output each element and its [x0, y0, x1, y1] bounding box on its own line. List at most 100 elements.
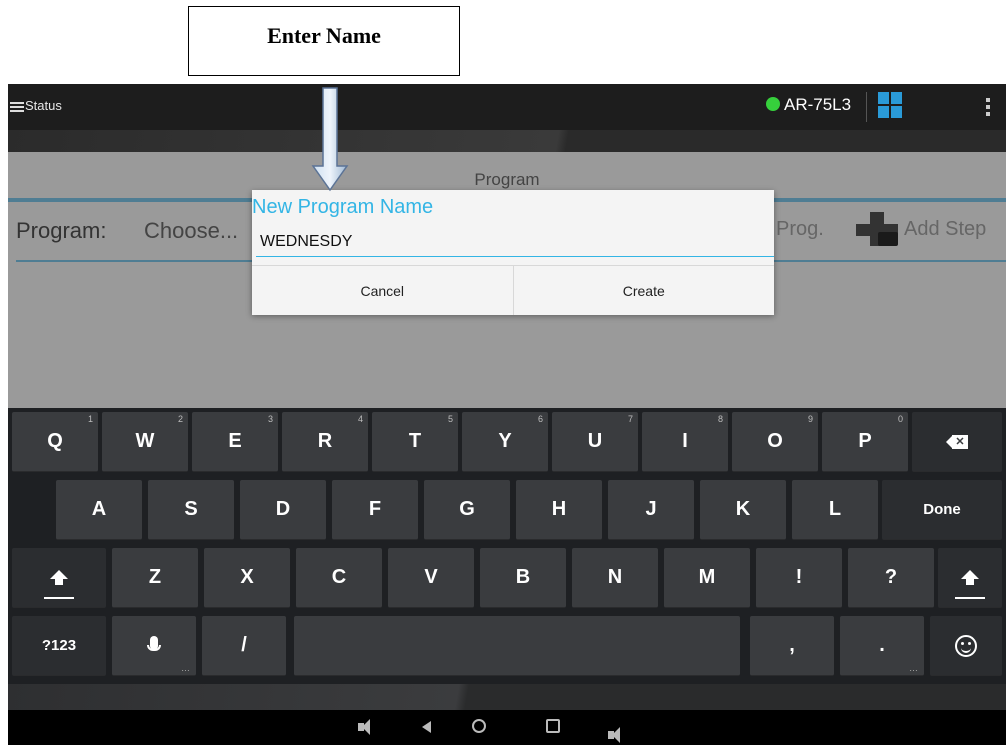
key-label: W	[135, 430, 155, 452]
key-a[interactable]: A	[56, 480, 142, 540]
header-band	[8, 130, 1006, 152]
cancel-button[interactable]: Cancel	[252, 266, 513, 315]
home-icon[interactable]	[472, 719, 486, 733]
done-key-label: Done	[923, 501, 961, 518]
system-nav-bar	[8, 710, 1006, 745]
add-step-label: Add Step	[904, 217, 987, 240]
divider	[866, 92, 867, 122]
key-label: R	[317, 430, 333, 452]
shift-icon	[961, 570, 979, 585]
key-slash[interactable]: /	[202, 616, 286, 676]
key-hint: 0	[897, 414, 903, 424]
spacebar-key[interactable]	[294, 616, 740, 676]
key-hint: 9	[807, 414, 813, 424]
key-b[interactable]: B	[480, 548, 566, 608]
dialog-buttons: Cancel Create	[252, 265, 774, 315]
status-menu-button[interactable]: Status	[10, 98, 62, 114]
soft-keyboard: Q1 W2 E3 R4 T5 Y6 U7 I8 O9 P0 A S D F G …	[8, 408, 1006, 684]
annotation-callout-text: Enter Name	[267, 23, 381, 48]
backspace-icon	[946, 434, 968, 449]
shift-key-right[interactable]	[938, 548, 1002, 608]
key-hint: 3	[267, 414, 273, 424]
key-t[interactable]: T5	[372, 412, 458, 472]
key-label: P	[858, 430, 872, 452]
key-comma[interactable]: ,	[750, 616, 834, 676]
shift-key-left[interactable]	[12, 548, 106, 608]
key-exclamation[interactable]: !	[756, 548, 842, 608]
shift-icon	[50, 570, 68, 585]
program-label: Program:	[16, 218, 107, 243]
annotation-arrow	[311, 87, 349, 192]
key-period-label: .	[879, 634, 885, 656]
key-label: T	[408, 430, 422, 452]
key-hint: 2	[177, 414, 183, 424]
key-k[interactable]: K	[700, 480, 786, 540]
status-menu-label: Status	[25, 98, 62, 113]
key-r[interactable]: R4	[282, 412, 368, 472]
volume-up-icon[interactable]	[608, 727, 620, 743]
microphone-icon	[147, 635, 161, 651]
key-f[interactable]: F	[332, 480, 418, 540]
add-step-button[interactable]: Add Step	[856, 210, 986, 248]
key-n[interactable]: N	[572, 548, 658, 608]
key-y[interactable]: Y6	[462, 412, 548, 472]
key-c[interactable]: C	[296, 548, 382, 608]
recent-apps-icon[interactable]	[546, 719, 560, 733]
key-d[interactable]: D	[240, 480, 326, 540]
key-i[interactable]: I8	[642, 412, 728, 472]
key-u[interactable]: U7	[552, 412, 638, 472]
key-hint: 4	[357, 414, 363, 424]
key-q[interactable]: Q1	[12, 412, 98, 472]
dialog-title: New Program Name	[252, 196, 434, 218]
key-label: U	[587, 430, 603, 452]
symbols-key-label: ?123	[41, 637, 77, 654]
key-j[interactable]: J	[608, 480, 694, 540]
add-step-icon	[856, 212, 898, 246]
annotation-callout: Enter Name	[188, 6, 460, 76]
key-v[interactable]: V	[388, 548, 474, 608]
key-more-dots: …	[909, 663, 918, 673]
device-indicator[interactable]: AR-75L3	[766, 95, 851, 115]
shift-underline	[44, 597, 74, 599]
smiley-icon	[955, 634, 977, 657]
page-title: Program	[474, 170, 540, 189]
device-screen: Status AR-75L3 Program Program: Choose..…	[8, 84, 1006, 745]
key-z[interactable]: Z	[112, 548, 198, 608]
prog-button[interactable]: Prog.	[776, 218, 824, 241]
shift-underline	[955, 597, 985, 599]
key-label: E	[228, 430, 242, 452]
key-g[interactable]: G	[424, 480, 510, 540]
back-icon[interactable]	[422, 721, 431, 733]
key-x[interactable]: X	[204, 548, 290, 608]
program-name-input[interactable]	[256, 228, 774, 257]
voice-input-key[interactable]: …	[112, 616, 196, 676]
keyboard-bottom-band	[8, 684, 1006, 710]
grid-view-icon[interactable]	[878, 92, 902, 118]
emoji-key[interactable]	[930, 616, 1002, 676]
key-question[interactable]: ?	[848, 548, 934, 608]
key-hint: 8	[717, 414, 723, 424]
done-key[interactable]: Done	[882, 480, 1002, 540]
key-m[interactable]: M	[664, 548, 750, 608]
symbols-key[interactable]: ?123	[12, 616, 106, 676]
overflow-menu-icon[interactable]	[986, 98, 990, 119]
key-s[interactable]: S	[148, 480, 234, 540]
key-hint: 6	[537, 414, 543, 424]
key-l[interactable]: L	[792, 480, 878, 540]
key-period[interactable]: .…	[840, 616, 924, 676]
key-w[interactable]: W2	[102, 412, 188, 472]
key-o[interactable]: O9	[732, 412, 818, 472]
key-label: Q	[47, 430, 63, 452]
key-p[interactable]: P0	[822, 412, 908, 472]
key-more-dots: …	[181, 663, 190, 673]
key-label: Y	[498, 430, 512, 452]
key-hint: 7	[627, 414, 633, 424]
connection-status-dot-icon	[766, 97, 780, 111]
key-e[interactable]: E3	[192, 412, 278, 472]
program-select[interactable]: Choose...	[144, 218, 238, 244]
volume-down-icon[interactable]	[358, 719, 370, 735]
hamburger-icon	[10, 100, 24, 114]
backspace-key[interactable]	[912, 412, 1002, 472]
create-button[interactable]: Create	[512, 266, 774, 315]
key-h[interactable]: H	[516, 480, 602, 540]
